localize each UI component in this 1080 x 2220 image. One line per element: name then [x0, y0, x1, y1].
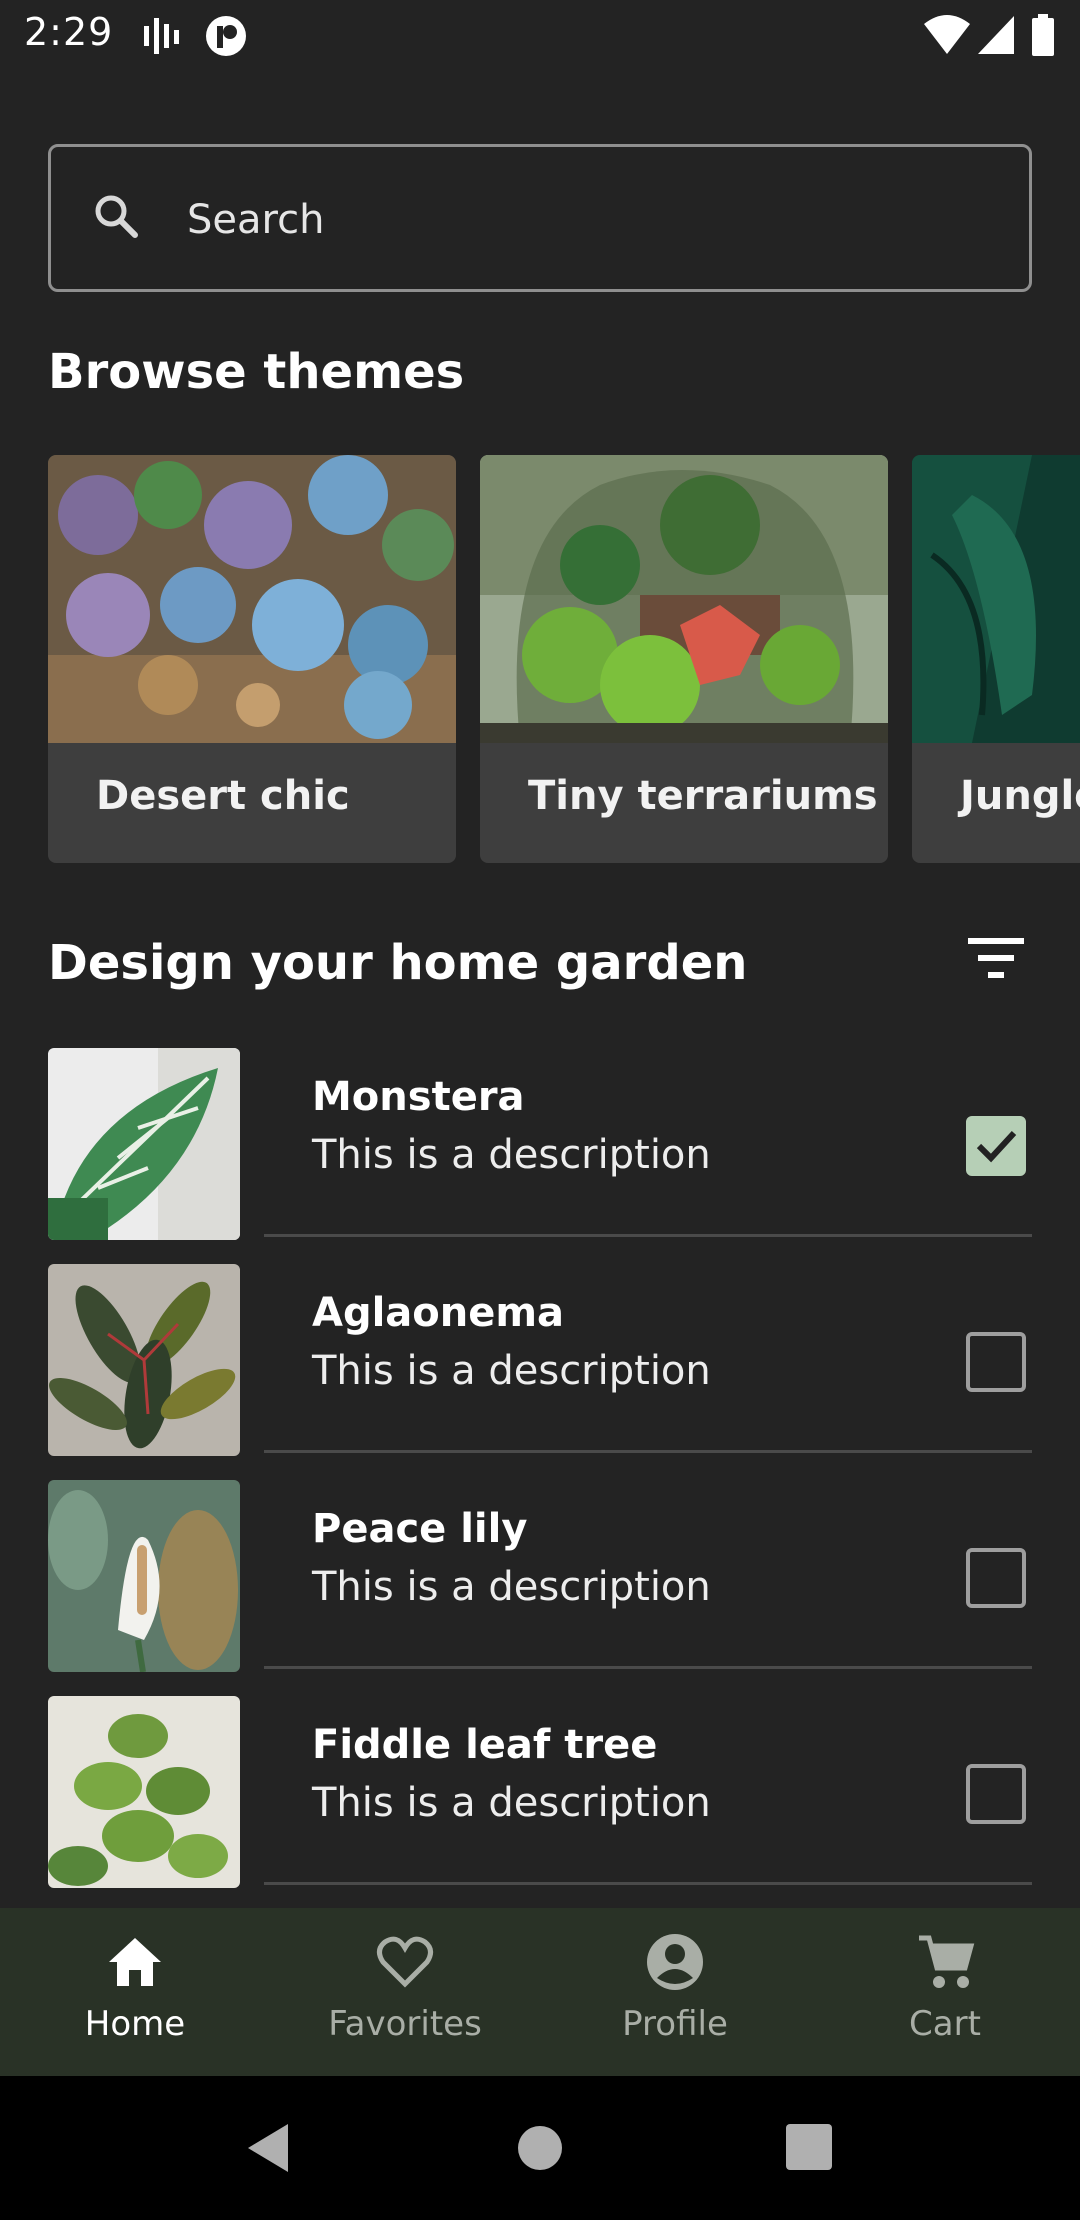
succulents-photo: [48, 455, 456, 743]
fiddle-leaf-tree-thumbnail: [48, 1696, 240, 1888]
home-icon: [109, 1938, 161, 1986]
theme-label: Tiny terrariums: [528, 773, 878, 819]
plant-checkbox[interactable]: [966, 1548, 1026, 1608]
shopping-cart-icon: [919, 1935, 975, 1988]
nav-label: Profile: [622, 2004, 728, 2044]
monstera-thumbnail: [48, 1048, 240, 1240]
theme-card-tiny-terrariums[interactable]: Tiny terrariums: [480, 455, 888, 863]
divider: [264, 1234, 1032, 1237]
plant-name: Fiddle leaf tree: [312, 1722, 658, 1768]
plant-checkbox[interactable]: [966, 1764, 1026, 1824]
filter-list-icon[interactable]: [962, 926, 1030, 990]
aglaonema-thumbnail: [48, 1264, 240, 1456]
plant-checkbox[interactable]: [966, 1116, 1026, 1176]
plant-list-item[interactable]: Fiddle leaf tree This is a description: [48, 1696, 1032, 1912]
bottom-navigation: Home Favorites Profile Cart: [0, 1908, 1080, 2076]
theme-label: Desert chic: [96, 773, 350, 819]
nav-cart[interactable]: Cart: [810, 1908, 1080, 2076]
nav-label: Favorites: [328, 2004, 482, 2044]
search-bar[interactable]: [48, 144, 1032, 292]
signal-bars-icon: [144, 18, 179, 54]
plant-description: This is a description: [312, 1564, 711, 1610]
system-navigation-bar: [0, 2076, 1080, 2220]
search-icon: [95, 195, 138, 238]
heart-outline-icon: [377, 1936, 433, 1988]
nav-home[interactable]: Home: [0, 1908, 270, 2076]
nav-profile[interactable]: Profile: [540, 1908, 810, 2076]
app-notification-icon: [206, 16, 246, 56]
nav-label: Home: [84, 2004, 186, 2044]
theme-card-jungle[interactable]: Jungle: [912, 455, 1080, 863]
check-icon: [976, 1130, 1017, 1163]
divider: [264, 1882, 1032, 1885]
terrarium-photo: [480, 455, 888, 743]
nav-favorites[interactable]: Favorites: [270, 1908, 540, 2076]
design-garden-heading: Design your home garden: [48, 935, 748, 991]
back-icon[interactable]: [244, 2122, 292, 2174]
plant-description: This is a description: [312, 1348, 711, 1394]
plant-list-item[interactable]: Aglaonema This is a description: [48, 1264, 1032, 1480]
status-bar: 2:29: [0, 0, 1080, 72]
divider: [264, 1666, 1032, 1669]
theme-card-desert-chic[interactable]: Desert chic: [48, 455, 456, 863]
plant-list-item[interactable]: Monstera This is a description: [48, 1048, 1032, 1264]
wifi-icon: [924, 15, 970, 54]
browse-themes-heading: Browse themes: [48, 344, 465, 400]
divider: [264, 1450, 1032, 1453]
cell-signal-icon: [978, 16, 1014, 54]
plant-checkbox[interactable]: [966, 1332, 1026, 1392]
monstera-leaves-photo: [912, 455, 1080, 743]
nav-label: Cart: [909, 2004, 981, 2044]
plant-name: Aglaonema: [312, 1290, 565, 1336]
plant-description: This is a description: [312, 1132, 711, 1178]
account-circle-icon: [647, 1934, 703, 1990]
home-circle-icon[interactable]: [516, 2124, 564, 2172]
plant-name: Peace lily: [312, 1506, 528, 1552]
recents-icon[interactable]: [786, 2124, 832, 2170]
plant-name: Monstera: [312, 1074, 525, 1120]
plant-list-item[interactable]: Peace lily This is a description: [48, 1480, 1032, 1696]
search-input[interactable]: [185, 183, 969, 257]
status-time: 2:29: [24, 10, 114, 54]
plant-description: This is a description: [312, 1780, 711, 1826]
themes-carousel[interactable]: Desert chic Tiny terrariums Jungle: [0, 455, 1080, 865]
theme-label: Jungle: [960, 773, 1080, 819]
battery-icon: [1032, 14, 1054, 56]
peace-lily-thumbnail: [48, 1480, 240, 1672]
